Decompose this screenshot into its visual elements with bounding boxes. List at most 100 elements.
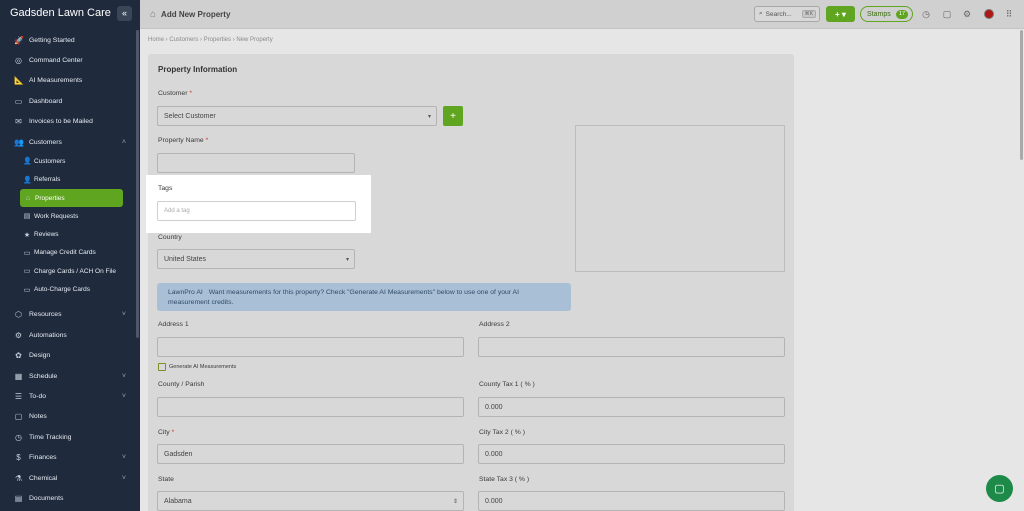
chevron-down-icon: ˅ [121, 372, 126, 380]
chevron-up-icon: ˄ [121, 138, 126, 146]
sidebar-subitem-properties[interactable]: ⌂ Properties [20, 188, 123, 208]
brand-name: Gadsden Lawn Care [10, 7, 111, 19]
sidebar-item-getting-started[interactable]: 🚀 Getting Started [0, 30, 140, 50]
calendar-icon: ▦ [14, 371, 23, 381]
sidebar-item-customers[interactable]: 👥 Customers ˄ [0, 132, 140, 152]
target-icon: ◎ [15, 56, 22, 66]
sidebar-subitem-reviews[interactable]: ★ Reviews [0, 226, 140, 244]
customer-select[interactable]: Select Customer ▾ [157, 106, 437, 126]
state-select[interactable]: Alabama ⇕ [157, 491, 464, 511]
state-label: State [158, 476, 174, 483]
box-icon: ⬡ [15, 310, 22, 320]
sidebar-subitem-auto-charge-cards[interactable]: ▭ Auto-Charge Cards [0, 280, 140, 298]
property-name-input[interactable] [157, 153, 355, 173]
sidebar-subitem-label: Properties [35, 194, 65, 202]
collapse-sidebar-button[interactable]: « [117, 5, 132, 21]
tags-input[interactable]: Add a tag [157, 201, 356, 221]
sidebar-item-design[interactable]: ✿ Design [0, 346, 140, 366]
home-icon: ⌂ [25, 194, 31, 202]
city-label: City * [158, 429, 174, 436]
sidebar-item-label: Time Tracking [29, 433, 72, 441]
country-select[interactable]: United States ▾ [157, 249, 355, 269]
sidebar-subitem-label: Referrals [34, 176, 61, 184]
grid-icon[interactable]: ⠿ [1004, 9, 1014, 19]
ai-banner-text: Want measurements for this property? Che… [168, 289, 519, 306]
sidebar-item-dashboard[interactable]: ▭ Dashboard [0, 91, 140, 111]
chat-icon[interactable]: ▢ [942, 9, 952, 19]
sidebar-item-documents[interactable]: ▤ Documents [0, 488, 140, 508]
sidebar-item-label: Getting Started [29, 36, 75, 44]
stamps-button[interactable]: Stamps 17 [860, 6, 913, 22]
sidebar-item-label: Schedule [29, 372, 58, 380]
property-information-card: Property Information Customer * Select C… [148, 54, 794, 511]
sidebar-item-notes[interactable]: ▢ Notes [0, 407, 140, 427]
sidebar-item-command-center[interactable]: ◎ Command Center [0, 50, 140, 70]
sidebar-item-label: Design [29, 352, 51, 360]
chevron-down-icon: ˅ [121, 454, 126, 462]
property-map[interactable] [575, 125, 785, 272]
address1-input[interactable] [157, 337, 464, 357]
ai-banner-tag: LawnPro AI [168, 289, 203, 296]
page-scrollbar[interactable] [1020, 30, 1023, 160]
gear-icon[interactable]: ⚙ [962, 9, 972, 19]
sidebar-item-label: Command Center [29, 57, 83, 65]
state-tax3-input[interactable]: 0.000 [478, 491, 785, 511]
sidebar-header: Gadsden Lawn Care « [0, 0, 140, 26]
users-icon: 👥 [14, 137, 24, 147]
sidebar-item-invoices-mailed[interactable]: ✉ Invoices to be Mailed [0, 112, 140, 132]
page-title-text: Add New Property [161, 9, 231, 19]
country-label: Country [158, 234, 182, 241]
sidebar-item-schedule[interactable]: ▦ Schedule ˅ [0, 366, 140, 386]
sidebar-subitem-customers[interactable]: 👤 Customers [0, 152, 140, 170]
sidebar-item-automations[interactable]: ⚙ Automations [0, 325, 140, 345]
clock-icon[interactable]: ◷ [921, 9, 931, 19]
sidebar-nav: 🚀 Getting Started ◎ Command Center 📐 AI Mea… [0, 26, 140, 509]
customer-label-text: Customer [158, 90, 188, 97]
chat-button[interactable]: ▢ [986, 475, 1013, 502]
sidebar-item-resources[interactable]: ⬡ Resources ˅ [0, 305, 140, 325]
sidebar-item-time-tracking[interactable]: ◷ Time Tracking [0, 427, 140, 447]
chevron-down-icon: ˅ [121, 392, 126, 400]
state-tax3-value: 0.000 [485, 497, 503, 505]
sidebar-item-finances[interactable]: $ Finances ˅ [0, 447, 140, 467]
ai-measurement-banner: LawnPro AI Want measurements for this pro… [157, 283, 571, 311]
quick-add-button[interactable]: + ▾ [826, 6, 855, 22]
chevron-down-icon: ▾ [345, 256, 349, 263]
required-mark: * [171, 429, 175, 436]
county-input[interactable] [157, 397, 464, 417]
sidebar-subitem-label: Manage Credit Cards [34, 249, 96, 257]
sidebar-subitem-work-requests[interactable]: ▤ Work Requests [0, 207, 140, 225]
sidebar-item-todo[interactable]: ☰ To-do ˅ [0, 386, 140, 406]
list-icon: ☰ [14, 391, 23, 401]
generate-ai-measurements-row[interactable]: Generate AI Measurements [158, 363, 236, 371]
search-icon: ⌕ [759, 10, 763, 17]
city-input[interactable]: Gadsden [157, 444, 464, 464]
county-tax1-input[interactable]: 0.000 [478, 397, 785, 417]
sidebar-subitem-label: Charge Cards / ACH On File [34, 267, 117, 275]
monitor-icon: ▭ [14, 96, 23, 106]
sidebar-subitem-manage-credit-cards[interactable]: ▭ Manage Credit Cards [0, 244, 140, 262]
envelope-icon: ✉ [15, 117, 22, 127]
city-tax2-input[interactable]: 0.000 [478, 444, 785, 464]
sidebar-scrollbar[interactable] [136, 30, 139, 338]
page-title: ⌂ Add New Property [150, 9, 230, 20]
topbar: ⌂ Add New Property ⌕ Search... ⌘K + ▾ St… [140, 0, 1024, 29]
address2-label: Address 2 [479, 321, 510, 328]
breadcrumb[interactable]: Home › Customers › Properties › New Prop… [148, 37, 273, 43]
sidebar-subitem-referrals[interactable]: 👤 Referrals [0, 171, 140, 189]
county-tax1-label: County Tax 1 ( % ) [479, 381, 535, 388]
add-customer-button[interactable]: + [443, 106, 463, 126]
sidebar-item-label: Automations [29, 331, 67, 339]
search-button[interactable]: ⌕ Search... ⌘K [754, 6, 820, 22]
sidebar-item-label: Notes [29, 413, 47, 421]
sidebar-item-label: To-do [29, 392, 47, 400]
sidebar-item-ai-measurements[interactable]: 📐 AI Measurements [0, 71, 140, 91]
sidebar-item-chemical[interactable]: ⚗ Chemical ˅ [0, 468, 140, 488]
sidebar-subitem-charge-cards[interactable]: ▭ Charge Cards / ACH On File [0, 262, 140, 280]
generate-ai-checkbox[interactable] [158, 363, 166, 371]
state-tax3-label: State Tax 3 ( % ) [479, 476, 530, 483]
chevron-down-icon: ˅ [121, 474, 126, 482]
stamps-count-badge: 17 [896, 10, 908, 19]
address2-input[interactable] [478, 337, 785, 357]
avatar[interactable] [984, 9, 994, 19]
